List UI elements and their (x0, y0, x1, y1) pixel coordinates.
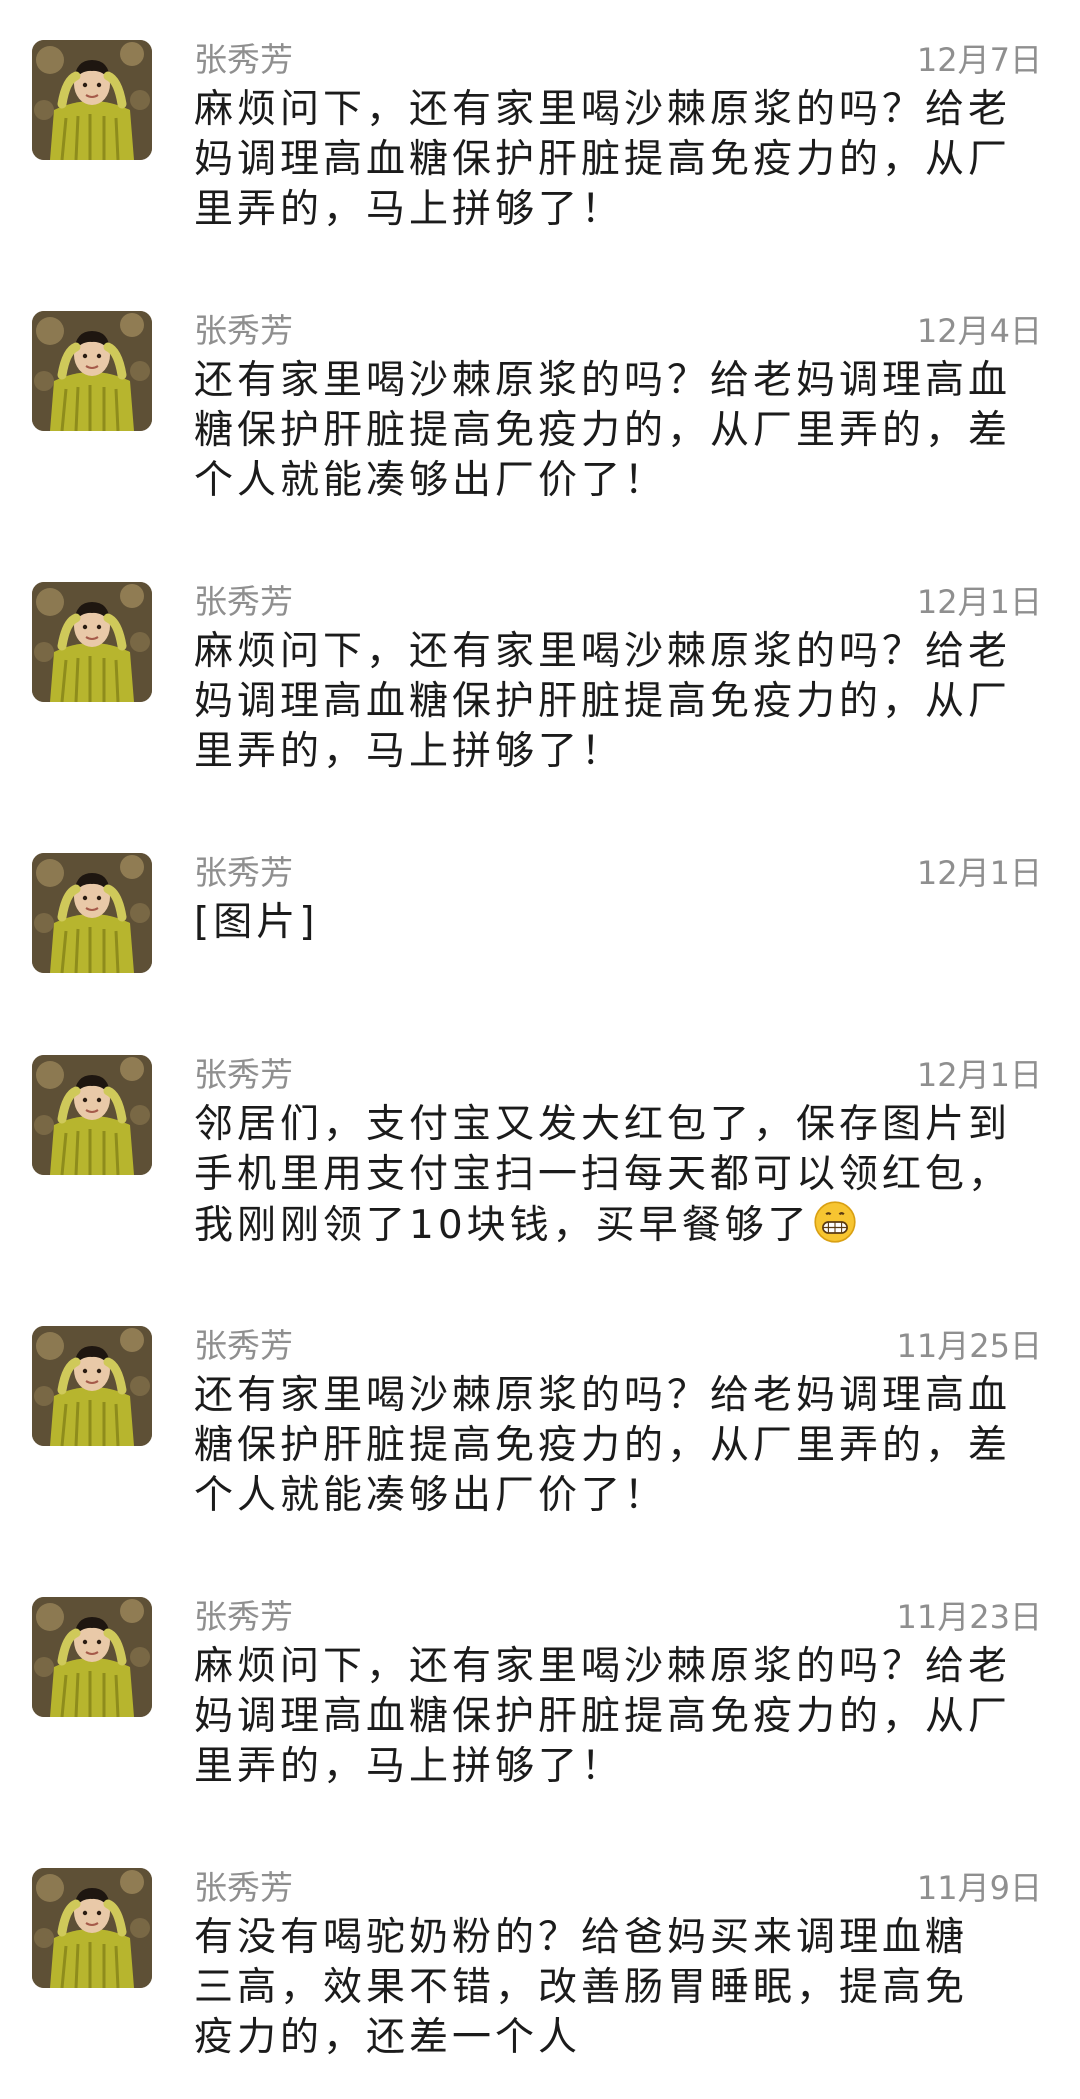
message-date: 12月7日 (916, 41, 1042, 79)
message-text: 麻烦问下，还有家里喝沙棘原浆的吗？给老妈调理高血糖保护肝脏提高免疫力的，从厂里弄… (194, 1644, 1012, 1789)
message-date: 12月1日 (916, 854, 1042, 892)
message-date: 12月1日 (916, 1056, 1042, 1094)
sender-name: 张秀芳 (194, 311, 293, 350)
message-text: 麻烦问下，还有家里喝沙棘原浆的吗？给老妈调理高血糖保护肝脏提高免疫力的，从厂里弄… (194, 87, 1012, 232)
message-text: 麻烦问下，还有家里喝沙棘原浆的吗？给老妈调理高血糖保护肝脏提高免疫力的，从厂里弄… (194, 629, 1012, 774)
message-date: 11月9日 (916, 1869, 1042, 1907)
message-date: 12月4日 (916, 312, 1042, 350)
avatar[interactable] (32, 311, 152, 431)
message-text-content: 邻居们，支付宝又发大红包了，保存图片到手机里用支付宝扫一扫每天都可以领红包，我刚… (194, 1102, 1012, 1248)
sender-name: 张秀芳 (194, 853, 293, 892)
avatar[interactable] (32, 40, 152, 160)
avatar[interactable] (32, 1326, 152, 1446)
message-text: 还有家里喝沙棘原浆的吗？给老妈调理高血糖保护肝脏提高免疫力的，从厂里弄的，差个人… (194, 358, 1012, 503)
sender-name: 张秀芳 (194, 1326, 293, 1365)
message-list: 张秀芳 12月7日 麻烦问下，还有家里喝沙棘原浆的吗？给老妈调理高血糖保护肝脏提… (0, 0, 1080, 2099)
message-text: [图片] (194, 900, 319, 945)
avatar[interactable] (32, 1055, 152, 1175)
sender-name: 张秀芳 (194, 1868, 293, 1907)
message-date: 12月1日 (916, 583, 1042, 621)
avatar[interactable] (32, 1868, 152, 1988)
sender-name: 张秀芳 (194, 40, 293, 79)
message-text: 还有家里喝沙棘原浆的吗？给老妈调理高血糖保护肝脏提高免疫力的，从厂里弄的，差个人… (194, 1373, 1012, 1518)
avatar[interactable] (32, 853, 152, 973)
sender-name: 张秀芳 (194, 1055, 293, 1094)
message-text: 有没有喝驼奶粉的？给爸妈买来调理血糖三高，效果不错，改善肠胃睡眠，提高免疫力的，… (194, 1915, 969, 2060)
message-date: 11月23日 (896, 1598, 1042, 1636)
message-text: 邻居们，支付宝又发大红包了，保存图片到手机里用支付宝扫一扫每天都可以领红包，我刚… (194, 1100, 1040, 1257)
sender-name: 张秀芳 (194, 582, 293, 621)
avatar[interactable] (32, 1597, 152, 1717)
sender-name: 张秀芳 (194, 1597, 293, 1636)
message-date: 11月25日 (896, 1327, 1042, 1365)
grinning-face-emoji-icon (813, 1200, 857, 1257)
avatar[interactable] (32, 582, 152, 702)
